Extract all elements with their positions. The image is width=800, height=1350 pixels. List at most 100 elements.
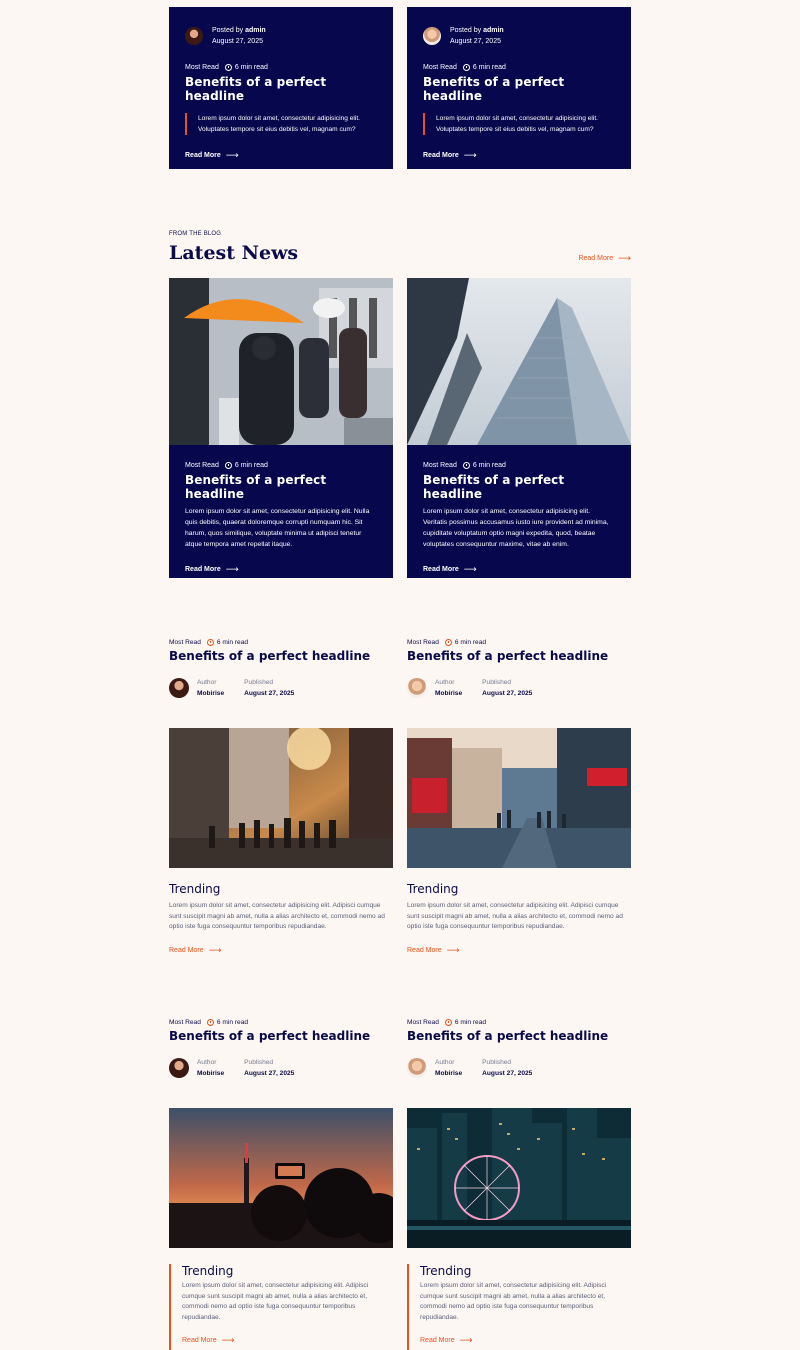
read-more-link[interactable]: Read More ⟶ [420, 1335, 631, 1346]
section-read-more-link[interactable]: Read More ⟶ [578, 253, 631, 264]
arrow-right-icon: ⟶ [463, 564, 477, 574]
arrow-right-icon: ⟶ [459, 1335, 473, 1345]
read-more-link[interactable]: Read More ⟶ [423, 564, 615, 575]
author-label: Author [435, 679, 455, 686]
post-excerpt: Lorem ipsum dolor sit amet, consectetur … [185, 113, 377, 135]
post-date: August 27, 2025 [212, 38, 263, 45]
avatar [423, 27, 441, 45]
news-card[interactable]: Most Read 6 min read Benefits of a perfe… [169, 278, 393, 578]
news-text: Lorem ipsum dolor sit amet, consectetur … [185, 508, 370, 548]
city-street-dusk-image [407, 728, 631, 868]
arrow-right-icon: ⟶ [225, 150, 239, 160]
post-headline[interactable]: Benefits of a perfect headline [407, 1029, 631, 1043]
clock-icon [224, 64, 232, 71]
trending-title: Trending [182, 1264, 234, 1278]
author-label: Author [197, 679, 217, 686]
arrow-right-icon: ⟶ [618, 253, 631, 263]
post-headline[interactable]: Benefits of a perfect headline [407, 649, 631, 663]
author-name: Mobirise [435, 1070, 463, 1077]
read-more-label: Read More [420, 1337, 455, 1344]
clock-icon [206, 639, 214, 646]
section-eyebrow: FROM THE BLOG [169, 231, 222, 237]
trending-block: Trending Lorem ipsum dolor sit amet, con… [169, 1264, 393, 1350]
author-name: admin [245, 27, 266, 34]
read-more-label: Read More [169, 946, 204, 954]
published-label: Published [482, 679, 512, 686]
street-scene-graphic [169, 728, 393, 868]
tag: Most Read [169, 639, 201, 646]
post-meta: Most Read 6 min read [407, 639, 631, 646]
tag: Most Read [407, 639, 439, 646]
author-block: Author Mobirise Published August 27, 202… [407, 1057, 631, 1079]
street-umbrella-image [169, 278, 393, 445]
published-label: Published [244, 1059, 274, 1066]
author-name: Mobirise [197, 1070, 225, 1077]
read-more-label: Read More [423, 566, 459, 573]
post-headline[interactable]: Benefits of a perfect headline [185, 75, 377, 103]
read-more-label: Read More [182, 1337, 217, 1344]
post-card[interactable]: Posted by admin August 27, 2025 Most Rea… [169, 7, 393, 169]
section-title: Latest News [169, 242, 299, 264]
trending-post: Most Read 6 min read Benefits of a perfe… [169, 1019, 393, 1079]
author-block: Author Mobirise Published August 27, 202… [169, 677, 393, 699]
street-scene-graphic [407, 728, 631, 868]
trending-block: Trending Lorem ipsum dolor sit amet, con… [407, 1264, 631, 1350]
post-meta: Most Read 6 min read [407, 1019, 631, 1026]
skyscraper-image [407, 278, 631, 445]
tag: Most Read [185, 462, 219, 469]
clock-icon [462, 64, 470, 71]
news-text: Lorem ipsum dolor sit amet, consectetur … [423, 508, 609, 548]
read-time: 6 min read [216, 639, 249, 646]
read-more-label: Read More [185, 152, 221, 159]
post-excerpt: Lorem ipsum dolor sit amet, consectetur … [423, 113, 615, 135]
read-more-link[interactable]: Read More ⟶ [185, 150, 377, 161]
post-headline[interactable]: Benefits of a perfect headline [423, 75, 615, 103]
read-more-link[interactable]: Read More ⟶ [185, 564, 377, 575]
published-date: August 27, 2025 [482, 1070, 533, 1077]
trending-block: Trending Lorem ipsum dolor sit amet, con… [407, 882, 631, 956]
clock-icon [206, 1019, 214, 1026]
read-more-link[interactable]: Read More ⟶ [423, 150, 615, 161]
posted-by-label: Posted by [450, 27, 482, 34]
read-more-label: Read More [578, 255, 614, 262]
trending-post: Most Read 6 min read Benefits of a perfe… [407, 1019, 631, 1079]
trending-text: Lorem ipsum dolor sit amet, consectetur … [169, 902, 385, 930]
avatar [407, 678, 427, 698]
read-time: 6 min read [216, 1019, 249, 1026]
author-name: Mobirise [197, 690, 225, 697]
arrow-right-icon: ⟶ [446, 944, 460, 955]
read-more-label: Read More [423, 152, 459, 159]
arrow-right-icon: ⟶ [221, 1335, 235, 1345]
post-headline[interactable]: Benefits of a perfect headline [169, 1029, 393, 1043]
published-date: August 27, 2025 [244, 1070, 295, 1077]
night-city-graphic [407, 1108, 631, 1248]
news-card[interactable]: Most Read 6 min read Benefits of a perfe… [407, 278, 631, 578]
city-street-sunset-image [169, 728, 393, 868]
read-time: 6 min read [472, 462, 506, 469]
news-headline[interactable]: Benefits of a perfect headline [185, 473, 377, 501]
post-card[interactable]: Posted by admin August 27, 2025 Most Rea… [407, 7, 631, 169]
clock-icon [444, 639, 452, 646]
news-headline[interactable]: Benefits of a perfect headline [423, 473, 615, 501]
posted-by-label: Posted by [212, 27, 244, 34]
read-more-link[interactable]: Read More ⟶ [182, 1335, 393, 1346]
published-label: Published [244, 679, 274, 686]
trending-post: Most Read 6 min read Benefits of a perfe… [407, 639, 631, 699]
post-meta: Most Read 6 min read [169, 1019, 393, 1026]
arrow-right-icon: ⟶ [225, 564, 239, 574]
published-label: Published [482, 1059, 512, 1066]
read-more-link[interactable]: Read More ⟶ [407, 945, 631, 956]
post-meta: Most Read 6 min read [423, 462, 615, 469]
clock-icon [462, 462, 470, 469]
trending-text: Lorem ipsum dolor sit amet, consectetur … [420, 1282, 607, 1321]
post-headline[interactable]: Benefits of a perfect headline [169, 649, 393, 663]
post-meta: Most Read 6 min read [423, 64, 615, 71]
avatar [169, 1058, 189, 1078]
read-time: 6 min read [454, 639, 487, 646]
tag: Most Read [169, 1019, 201, 1026]
read-more-link[interactable]: Read More ⟶ [169, 945, 393, 956]
post-meta: Most Read 6 min read [169, 639, 393, 646]
arrow-right-icon: ⟶ [463, 150, 477, 160]
author-name: admin [483, 27, 504, 34]
author-label: Author [435, 1059, 455, 1066]
